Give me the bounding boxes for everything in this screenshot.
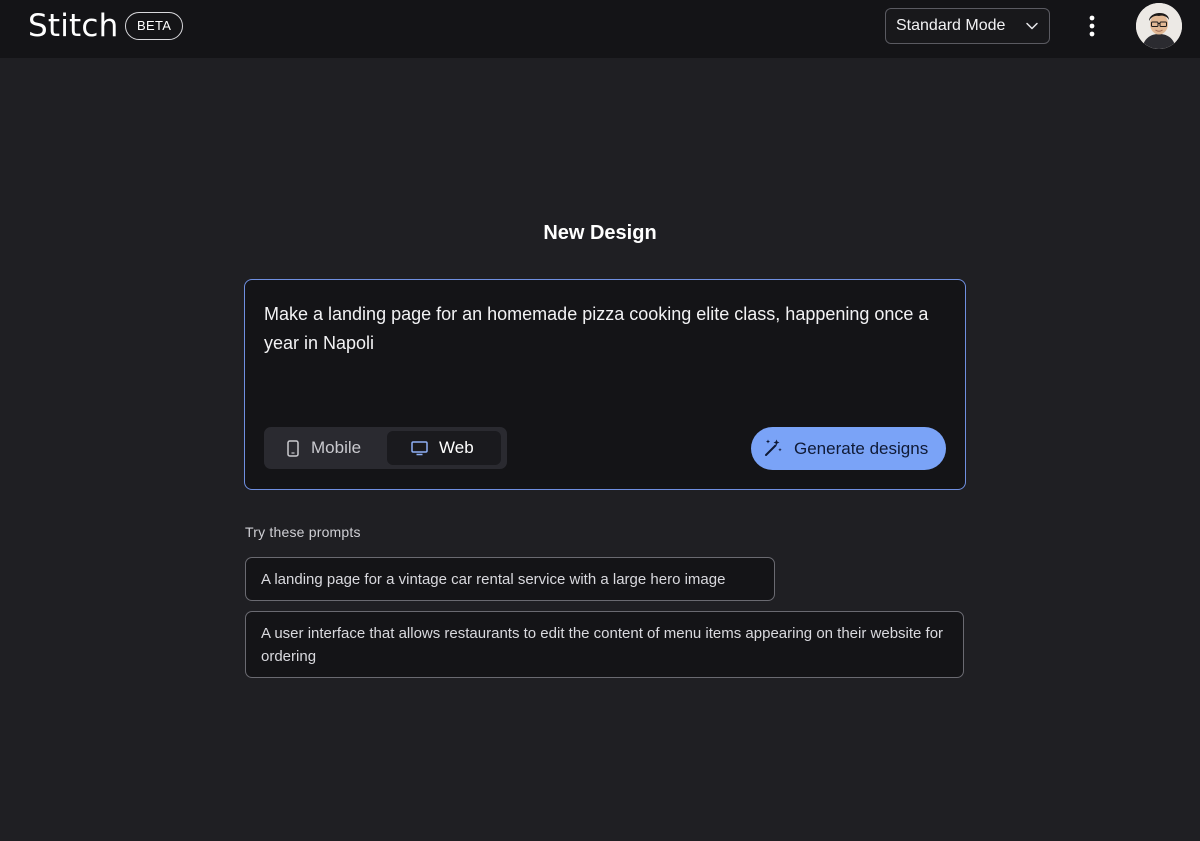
- more-vert-icon[interactable]: [1080, 12, 1104, 40]
- prompt-composer: Make a landing page for an homemade pizz…: [244, 279, 966, 490]
- device-option-label: Web: [439, 438, 474, 457]
- prompt-input[interactable]: Make a landing page for an homemade pizz…: [264, 300, 944, 358]
- device-option-mobile[interactable]: Mobile: [268, 431, 386, 465]
- generate-designs-label: Generate designs: [794, 439, 929, 458]
- magic-wand-icon: [765, 439, 782, 456]
- device-option-label: Mobile: [311, 438, 362, 457]
- suggestions-label: Try these prompts: [245, 524, 361, 540]
- monitor-icon: [411, 441, 428, 456]
- phone-icon: [287, 440, 299, 457]
- avatar[interactable]: [1136, 3, 1182, 49]
- app-logo[interactable]: Stitch: [28, 8, 119, 44]
- generate-designs-button[interactable]: Generate designs: [751, 427, 946, 470]
- beta-badge: BETA: [125, 12, 184, 40]
- suggested-prompt-chip[interactable]: A user interface that allows restaurants…: [245, 611, 964, 678]
- mode-select[interactable]: Standard Mode: [885, 8, 1050, 44]
- top-bar: Stitch BETA Standard Mode: [0, 0, 1200, 58]
- mode-select-value: Standard Mode: [896, 17, 1006, 34]
- device-toggle: Mobile Web: [264, 427, 507, 469]
- suggested-prompt-chip[interactable]: A landing page for a vintage car rental …: [245, 557, 775, 601]
- chevron-down-icon: [1026, 22, 1038, 30]
- device-option-web[interactable]: Web: [387, 431, 501, 465]
- page-title: New Design: [543, 222, 657, 244]
